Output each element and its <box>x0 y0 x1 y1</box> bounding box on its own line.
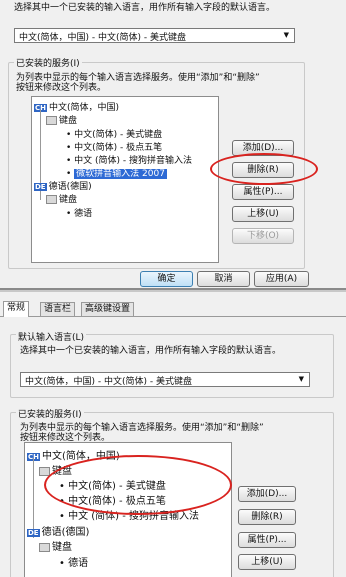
apply-button[interactable]: 应用(A) <box>254 271 309 287</box>
tree-keyboard-node-2[interactable]: 键盘 <box>46 192 77 205</box>
properties-button[interactable]: 属性(P)... <box>232 184 294 200</box>
default-language-combo[interactable]: 中文(简体，中国) - 中文(简体) - 美式键盘 ▼ <box>14 28 295 43</box>
de-flag-icon: DE <box>27 529 40 537</box>
combo-value: 中文(简体，中国) - 中文(简体) - 美式键盘 <box>19 33 186 43</box>
keyboard-folder-icon <box>39 542 50 552</box>
remove-button[interactable]: 删除(R) <box>238 509 296 525</box>
tab-general[interactable]: 常规 <box>3 301 30 317</box>
services-tree[interactable]: CH 中文(简体，中国) 键盘 • 中文(简体) - 美式键盘 • 中文(简体) … <box>31 96 219 263</box>
tree-lang-german[interactable]: DE 德语(德国) <box>27 523 89 538</box>
properties-button[interactable]: 属性(P)... <box>238 532 296 548</box>
default-language-description: 选择其中一个已安装的输入语言，用作所有输入字段的默认语言。 <box>20 346 282 356</box>
tree-item-us-keyboard[interactable]: • 中文(简体) - 美式键盘 <box>66 127 162 140</box>
default-language-combo[interactable]: 中文(简体，中国) - 中文(简体) - 美式键盘 ▼ <box>20 372 310 387</box>
tree-item-ms-pinyin[interactable]: • 微软拼音输入法 2007 <box>66 166 167 179</box>
installed-services-title: 已安装的服务(I) <box>14 56 82 69</box>
installed-services-title: 已安装的服务(I) <box>16 407 84 420</box>
default-language-title: 默认输入语言(L) <box>16 330 87 343</box>
top-dialog: 选择其中一个已安装的输入语言，用作所有输入字段的默认语言。 中文(简体，中国) … <box>0 0 346 290</box>
tree-keyboard-node-2[interactable]: 键盘 <box>39 538 72 553</box>
tree-lang-chinese[interactable]: CH 中文(简体，中国) <box>34 100 119 113</box>
tree-lang-german[interactable]: DE 德语(德国) <box>34 179 92 192</box>
tree-keyboard-node[interactable]: 键盘 <box>46 113 77 126</box>
tab-advanced-key-settings[interactable]: 高级键设置 <box>81 302 135 316</box>
keyboard-folder-icon <box>46 195 57 204</box>
annotation-ellipse-remove <box>210 153 318 185</box>
default-language-description: 选择其中一个已安装的输入语言，用作所有输入字段的默认语言。 <box>14 3 276 13</box>
cancel-button[interactable]: 取消 <box>197 271 250 287</box>
combo-value: 中文(简体，中国) - 中文(简体) - 美式键盘 <box>25 377 192 387</box>
annotation-ellipse-services <box>44 455 232 515</box>
de-flag-icon: DE <box>34 183 47 191</box>
tree-item-german[interactable]: • 德语 <box>66 206 92 219</box>
ok-button[interactable]: 确定 <box>140 271 193 287</box>
keyboard-folder-icon <box>46 116 57 125</box>
move-up-button[interactable]: 上移(U) <box>232 206 294 222</box>
bottom-dialog: 常规 语言栏 高级键设置 默认输入语言(L) 选择其中一个已安装的输入语言，用作… <box>0 292 346 577</box>
move-down-button[interactable]: 下移(O) <box>232 228 294 244</box>
move-up-button[interactable]: 上移(U) <box>238 554 296 570</box>
tree-item-german[interactable]: • 德语 <box>59 554 88 569</box>
tab-strip: 常规 语言栏 高级键设置 <box>0 301 346 317</box>
tree-item-sogou[interactable]: • 中文 (简体) - 搜狗拼音输入法 <box>66 153 192 166</box>
dropdown-arrow-icon[interactable]: ▼ <box>299 375 304 383</box>
add-button[interactable]: 添加(D)... <box>238 486 296 502</box>
dropdown-arrow-icon[interactable]: ▼ <box>284 31 289 39</box>
tab-language-bar[interactable]: 语言栏 <box>40 302 76 316</box>
installed-services-desc-2: 按钮来修改这个列表。 <box>16 83 107 93</box>
tree-item-jidian-wubi[interactable]: • 中文(简体) - 极点五笔 <box>66 140 162 153</box>
